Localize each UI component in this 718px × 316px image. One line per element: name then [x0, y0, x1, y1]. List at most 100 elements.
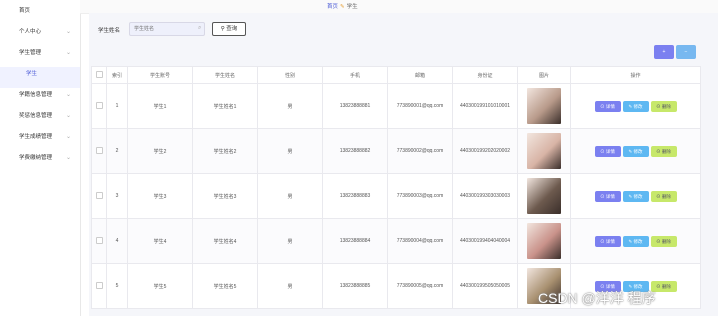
delete-button[interactable]: ⊖ 删除 — [650, 190, 677, 202]
sidebar-item-label: 学费缴纳管理 — [19, 155, 53, 161]
search-label: 学生姓名 — [98, 28, 121, 34]
delete-button[interactable]: ⊖ 删除 — [650, 235, 677, 247]
cell-phone: 13823888885 — [322, 263, 388, 309]
cell-idcard: 440300199505050005 — [452, 263, 518, 309]
sidebar-item-grades[interactable]: 学生成绩管理 ⌄ — [0, 130, 80, 151]
delete-button[interactable]: ⊖ 删除 — [650, 100, 677, 112]
cell-checkbox[interactable] — [91, 173, 107, 219]
cell-checkbox[interactable] — [91, 218, 107, 264]
batch-delete-button[interactable]: − — [676, 45, 696, 59]
cell-checkbox[interactable] — [91, 83, 107, 129]
pencil-icon: ✎ — [340, 4, 345, 10]
query-button[interactable]: ⚲ 查询 — [212, 22, 246, 36]
student-photo — [527, 133, 561, 169]
sidebar-item-enrollment[interactable]: 学籍信息管理 ⌄ — [0, 88, 80, 109]
student-photo — [527, 223, 561, 259]
sidebar-item-label: 首页 — [19, 8, 31, 14]
cell-actions: ⊙ 详情 ✎ 修改 ⊖ 删除 — [570, 173, 701, 219]
search-icon: ⌕ — [198, 25, 202, 31]
cell-actions: ⊙ 详情 ✎ 修改 ⊖ 删除 — [570, 83, 701, 129]
col-gender: 性别 — [257, 66, 323, 84]
col-email: 邮箱 — [387, 66, 453, 84]
search-input[interactable] — [129, 22, 205, 36]
table-row: 1 学生1 学生姓名1 男 13823888881 773890001@qq.com 440… — [91, 83, 701, 129]
sidebar-item-tuition[interactable]: 学费缴纳管理 ⌄ — [0, 151, 80, 172]
cell-index: 5 — [106, 263, 128, 309]
sidebar-item-rewards[interactable]: 奖惩信息管理 ⌄ — [0, 109, 80, 130]
cell-email: 773890001@qq.com — [387, 83, 453, 129]
cell-account: 学生4 — [127, 218, 193, 264]
cell-account: 学生2 — [127, 128, 193, 174]
cell-idcard: 440300199202020002 — [452, 128, 518, 174]
chevron-down-icon: ⌄ — [65, 134, 71, 140]
cell-name: 学生姓名2 — [192, 128, 258, 174]
cell-photo — [517, 128, 571, 174]
edit-button[interactable]: ✎ 修改 — [622, 190, 649, 202]
cell-phone: 13823888881 — [322, 83, 388, 129]
view-button[interactable]: ⊙ 详情 — [594, 190, 621, 202]
watermark: CSDN @洋洋 程序 — [538, 290, 656, 306]
cell-email: 773890002@qq.com — [387, 128, 453, 174]
cell-idcard: 440300199101010001 — [452, 83, 518, 129]
col-name: 学生姓名 — [192, 66, 258, 84]
query-button-label: 查询 — [226, 26, 238, 32]
cell-index: 3 — [106, 173, 128, 219]
breadcrumb: 首页 ✎ 学生 — [327, 2, 358, 10]
col-phone: 手机 — [322, 66, 388, 84]
cell-email: 773890005@qq.com — [387, 263, 453, 309]
view-button-label: 详情 — [605, 193, 615, 199]
view-button[interactable]: ⊙ 详情 — [594, 145, 621, 157]
delete-button-label: 删除 — [661, 148, 671, 154]
add-button[interactable]: + — [654, 45, 674, 59]
sidebar-item-label: 学生成绩管理 — [19, 134, 53, 140]
table-row: 4 学生4 学生姓名4 男 13823888884 773890004@qq.com 440… — [91, 218, 701, 264]
col-actions: 操作 — [570, 66, 701, 84]
table-header-row: 索引 学生账号 学生姓名 性别 手机 邮箱 身份证 图片 操作 — [91, 66, 701, 84]
cell-name: 学生姓名3 — [192, 173, 258, 219]
sidebar-item-profile[interactable]: 个人中心 ⌄ — [0, 25, 80, 46]
cell-name: 学生姓名5 — [192, 263, 258, 309]
breadcrumb-current: 学生 — [346, 4, 358, 10]
sidebar-item-home[interactable]: 首页 — [0, 4, 80, 25]
table-row: 3 学生3 学生姓名3 男 13823888883 773890003@qq.com 440… — [91, 173, 701, 219]
cell-phone: 13823888882 — [322, 128, 388, 174]
breadcrumb-home[interactable]: 首页 — [327, 4, 338, 10]
cell-checkbox[interactable] — [91, 128, 107, 174]
select-all-checkbox[interactable] — [91, 66, 107, 84]
edit-button[interactable]: ✎ 修改 — [622, 235, 649, 247]
sidebar-item-label: 奖惩信息管理 — [19, 113, 53, 119]
cell-photo — [517, 218, 571, 264]
cell-account: 学生3 — [127, 173, 193, 219]
sidebar-item-student-mgmt[interactable]: 学生管理 ⌄ — [0, 46, 80, 67]
cell-account: 学生1 — [127, 83, 193, 129]
sidebar-item-label: 学籍信息管理 — [19, 92, 53, 98]
cell-name: 学生姓名4 — [192, 218, 258, 264]
edit-button-label: 修改 — [633, 148, 643, 154]
cell-photo — [517, 173, 571, 219]
cell-phone: 13823888883 — [322, 173, 388, 219]
chevron-down-icon: ⌄ — [65, 92, 71, 98]
sidebar-item-label: 学生管理 — [19, 50, 42, 56]
sidebar-item-label: 个人中心 — [19, 29, 42, 35]
sidebar: 首页 个人中心 ⌄ 学生管理 ⌄ 学生 学籍信息管理 ⌄ 奖惩信息管理 ⌄ 学生成绩管理… — [0, 0, 81, 316]
cell-account: 学生5 — [127, 263, 193, 309]
cell-email: 773890003@qq.com — [387, 173, 453, 219]
cell-actions: ⊙ 详情 ✎ 修改 ⊖ 删除 — [570, 218, 701, 264]
edit-button-label: 修改 — [633, 193, 643, 199]
sidebar-item-student[interactable]: 学生 — [0, 67, 80, 88]
cell-checkbox[interactable] — [91, 263, 107, 309]
col-index: 索引 — [106, 66, 128, 84]
edit-button[interactable]: ✎ 修改 — [622, 145, 649, 157]
chevron-down-icon: ⌄ — [65, 113, 71, 119]
cell-gender: 男 — [257, 173, 323, 219]
sidebar-item-label: 学生 — [26, 71, 38, 77]
delete-button[interactable]: ⊖ 删除 — [650, 145, 677, 157]
view-button[interactable]: ⊙ 详情 — [594, 235, 621, 247]
cell-gender: 男 — [257, 263, 323, 309]
edit-button-label: 修改 — [633, 238, 643, 244]
view-button[interactable]: ⊙ 详情 — [594, 100, 621, 112]
student-photo — [527, 178, 561, 214]
cell-actions: ⊙ 详情 ✎ 修改 ⊖ 删除 — [570, 128, 701, 174]
table-row: 2 学生2 学生姓名2 男 13823888882 773890002@qq.com 440… — [91, 128, 701, 174]
edit-button[interactable]: ✎ 修改 — [622, 100, 649, 112]
